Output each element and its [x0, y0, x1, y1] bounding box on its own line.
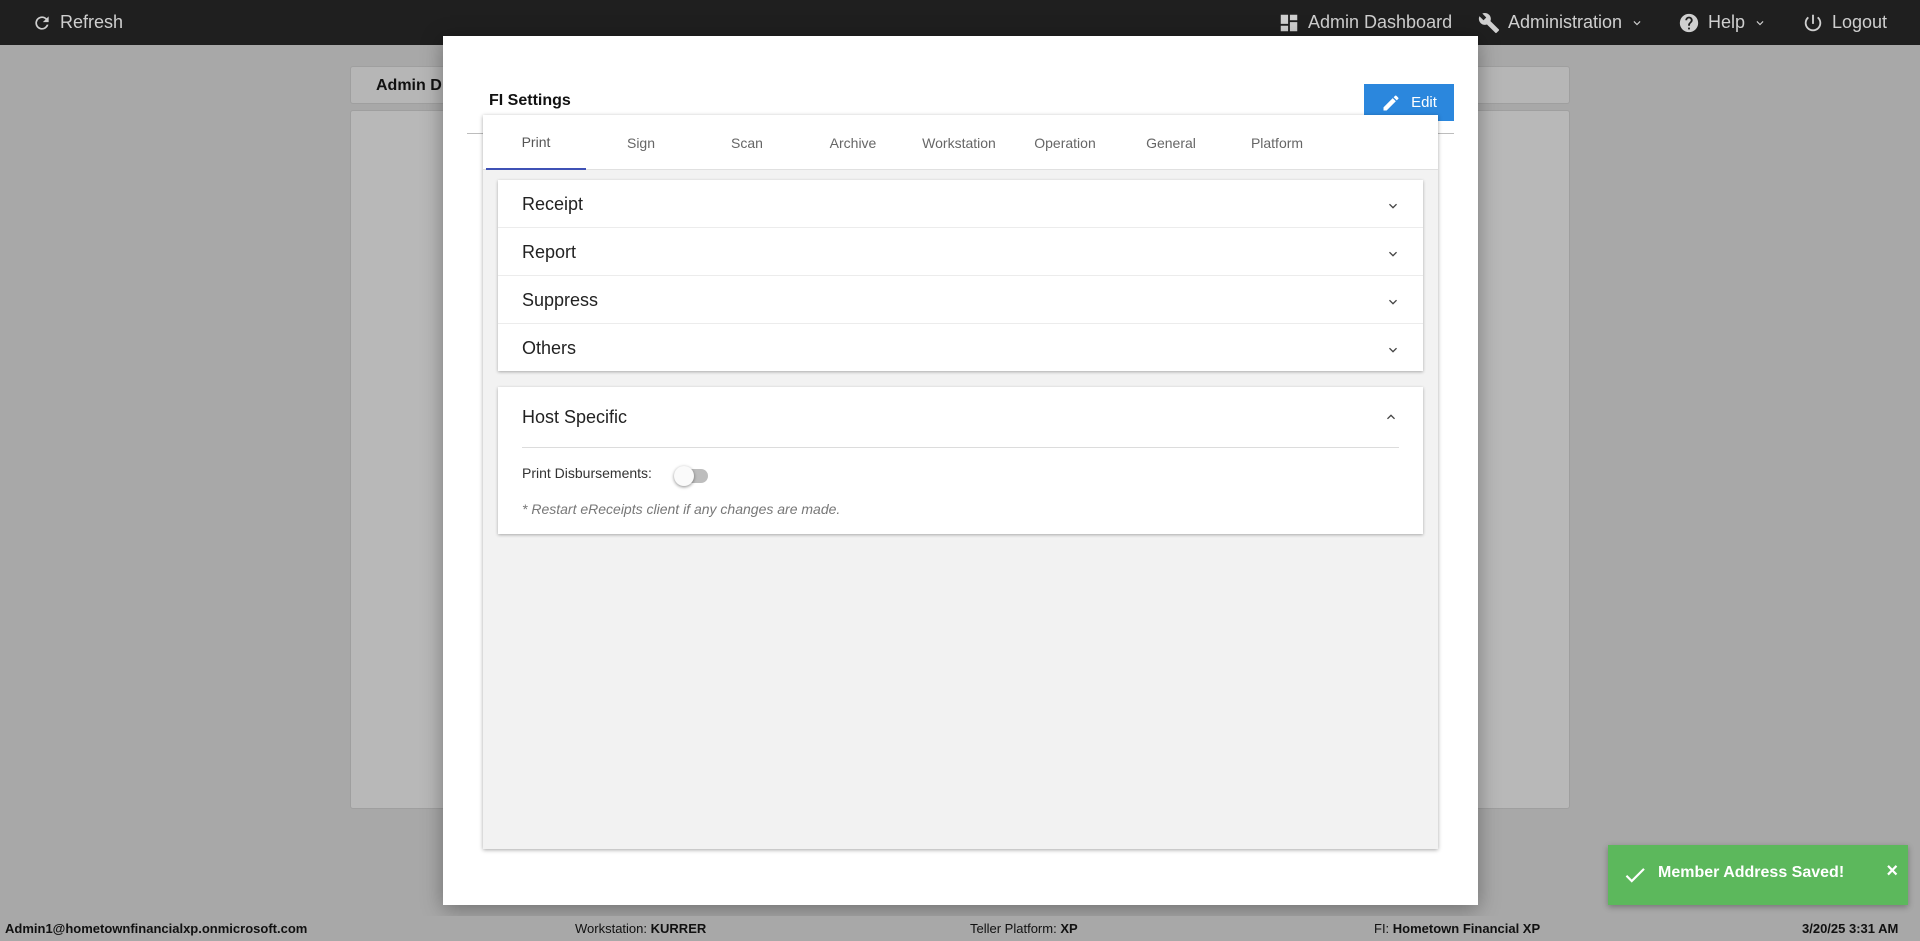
toast-message: Member Address Saved! [1658, 864, 1845, 881]
tab-scan[interactable]: Scan [697, 115, 797, 170]
logout-label: Logout [1832, 12, 1888, 32]
accordion-receipt[interactable]: Receipt [498, 180, 1423, 228]
power-icon [1804, 14, 1822, 31]
chevron-down-icon [1633, 20, 1641, 25]
fi-label: FI: [1374, 921, 1390, 936]
checkmark-icon [1625, 868, 1645, 883]
footer-fi: FI: Hometown Financial XP [1374, 921, 1540, 936]
success-toast: Member Address Saved! × [1608, 845, 1908, 905]
help-label: Help [1708, 12, 1746, 32]
accordion-others[interactable]: Others [498, 324, 1423, 372]
dashboard-icon [1280, 14, 1298, 31]
settings-tabs-card: Print Sign Scan Archive Workstation Oper… [483, 115, 1438, 849]
tab-general[interactable]: General [1121, 115, 1221, 170]
logout-button[interactable]: Logout [1802, 0, 1887, 45]
toast-close-button[interactable]: × [1886, 860, 1898, 883]
background-page-title: Admin D [376, 77, 442, 94]
administration-menu[interactable]: Administration [1478, 0, 1644, 45]
footer-user: Admin1@hometownfinancialxp.onmicrosoft.c… [5, 921, 307, 936]
wrench-icon [1478, 12, 1500, 33]
chevron-up-icon [1387, 414, 1395, 420]
platform-label: Teller Platform: [970, 921, 1057, 936]
status-bar: Admin1@hometownfinancialxp.onmicrosoft.c… [0, 916, 1920, 941]
chevron-down-icon [1389, 299, 1397, 305]
print-disbursements-toggle[interactable] [674, 466, 708, 486]
print-accordion: Receipt Report Suppress Others [498, 180, 1423, 371]
tab-archive[interactable]: Archive [803, 115, 903, 170]
tab-print[interactable]: Print [486, 115, 586, 170]
accordion-label: Suppress [522, 290, 599, 310]
modal-title: FI Settings [489, 92, 571, 109]
fi-settings-modal: FI Settings Edit Print Sign Scan Archive… [443, 36, 1478, 905]
accordion-report[interactable]: Report [498, 228, 1423, 276]
tab-workstation[interactable]: Workstation [909, 115, 1009, 170]
tab-sign[interactable]: Sign [591, 115, 691, 170]
host-specific-header[interactable]: Host Specific [522, 387, 1399, 448]
accordion-label: Others [522, 338, 577, 358]
accordion-label: Receipt [522, 194, 584, 214]
refresh-button[interactable]: Refresh [32, 0, 123, 45]
user-email: Admin1@hometownfinancialxp.onmicrosoft.c… [5, 921, 308, 936]
accordion-suppress[interactable]: Suppress [498, 276, 1423, 324]
datetime-value: 3/20/25 3:31 AM [1802, 921, 1899, 936]
pencil-icon [1383, 94, 1399, 110]
accordion-label: Report [522, 242, 577, 262]
print-disbursements-label: Print Disbursements: [522, 465, 652, 481]
help-icon [1679, 13, 1699, 32]
chevron-down-icon [1389, 203, 1397, 209]
settings-tabs: Print Sign Scan Archive Workstation Oper… [483, 115, 1438, 170]
administration-label: Administration [1508, 12, 1623, 32]
workstation-label: Workstation: [575, 921, 648, 936]
chevron-down-icon [1756, 20, 1764, 25]
host-specific-title: Host Specific [522, 407, 628, 427]
chevron-down-icon [1389, 347, 1397, 353]
footer-workstation: Workstation: KURRER [575, 921, 706, 936]
workstation-value: KURRER [650, 921, 707, 936]
admin-dashboard-label: Admin Dashboard [1308, 12, 1453, 32]
footer-datetime: 3/20/25 3:31 AM [1802, 921, 1898, 936]
help-menu[interactable]: Help [1678, 0, 1767, 45]
edit-label: Edit [1411, 94, 1437, 111]
tab-operation[interactable]: Operation [1015, 115, 1115, 170]
platform-value: XP [1060, 921, 1078, 936]
restart-note: * Restart eReceipts client if any change… [522, 501, 841, 517]
host-specific-panel: Host Specific Print Disbursements: * Res… [498, 387, 1423, 534]
footer-platform: Teller Platform: XP [970, 921, 1078, 936]
toggle-knob [674, 466, 694, 486]
refresh-label: Refresh [60, 12, 124, 32]
tab-platform[interactable]: Platform [1227, 115, 1327, 170]
refresh-icon [35, 15, 49, 30]
chevron-down-icon [1389, 251, 1397, 257]
fi-value: Hometown Financial XP [1392, 921, 1541, 936]
